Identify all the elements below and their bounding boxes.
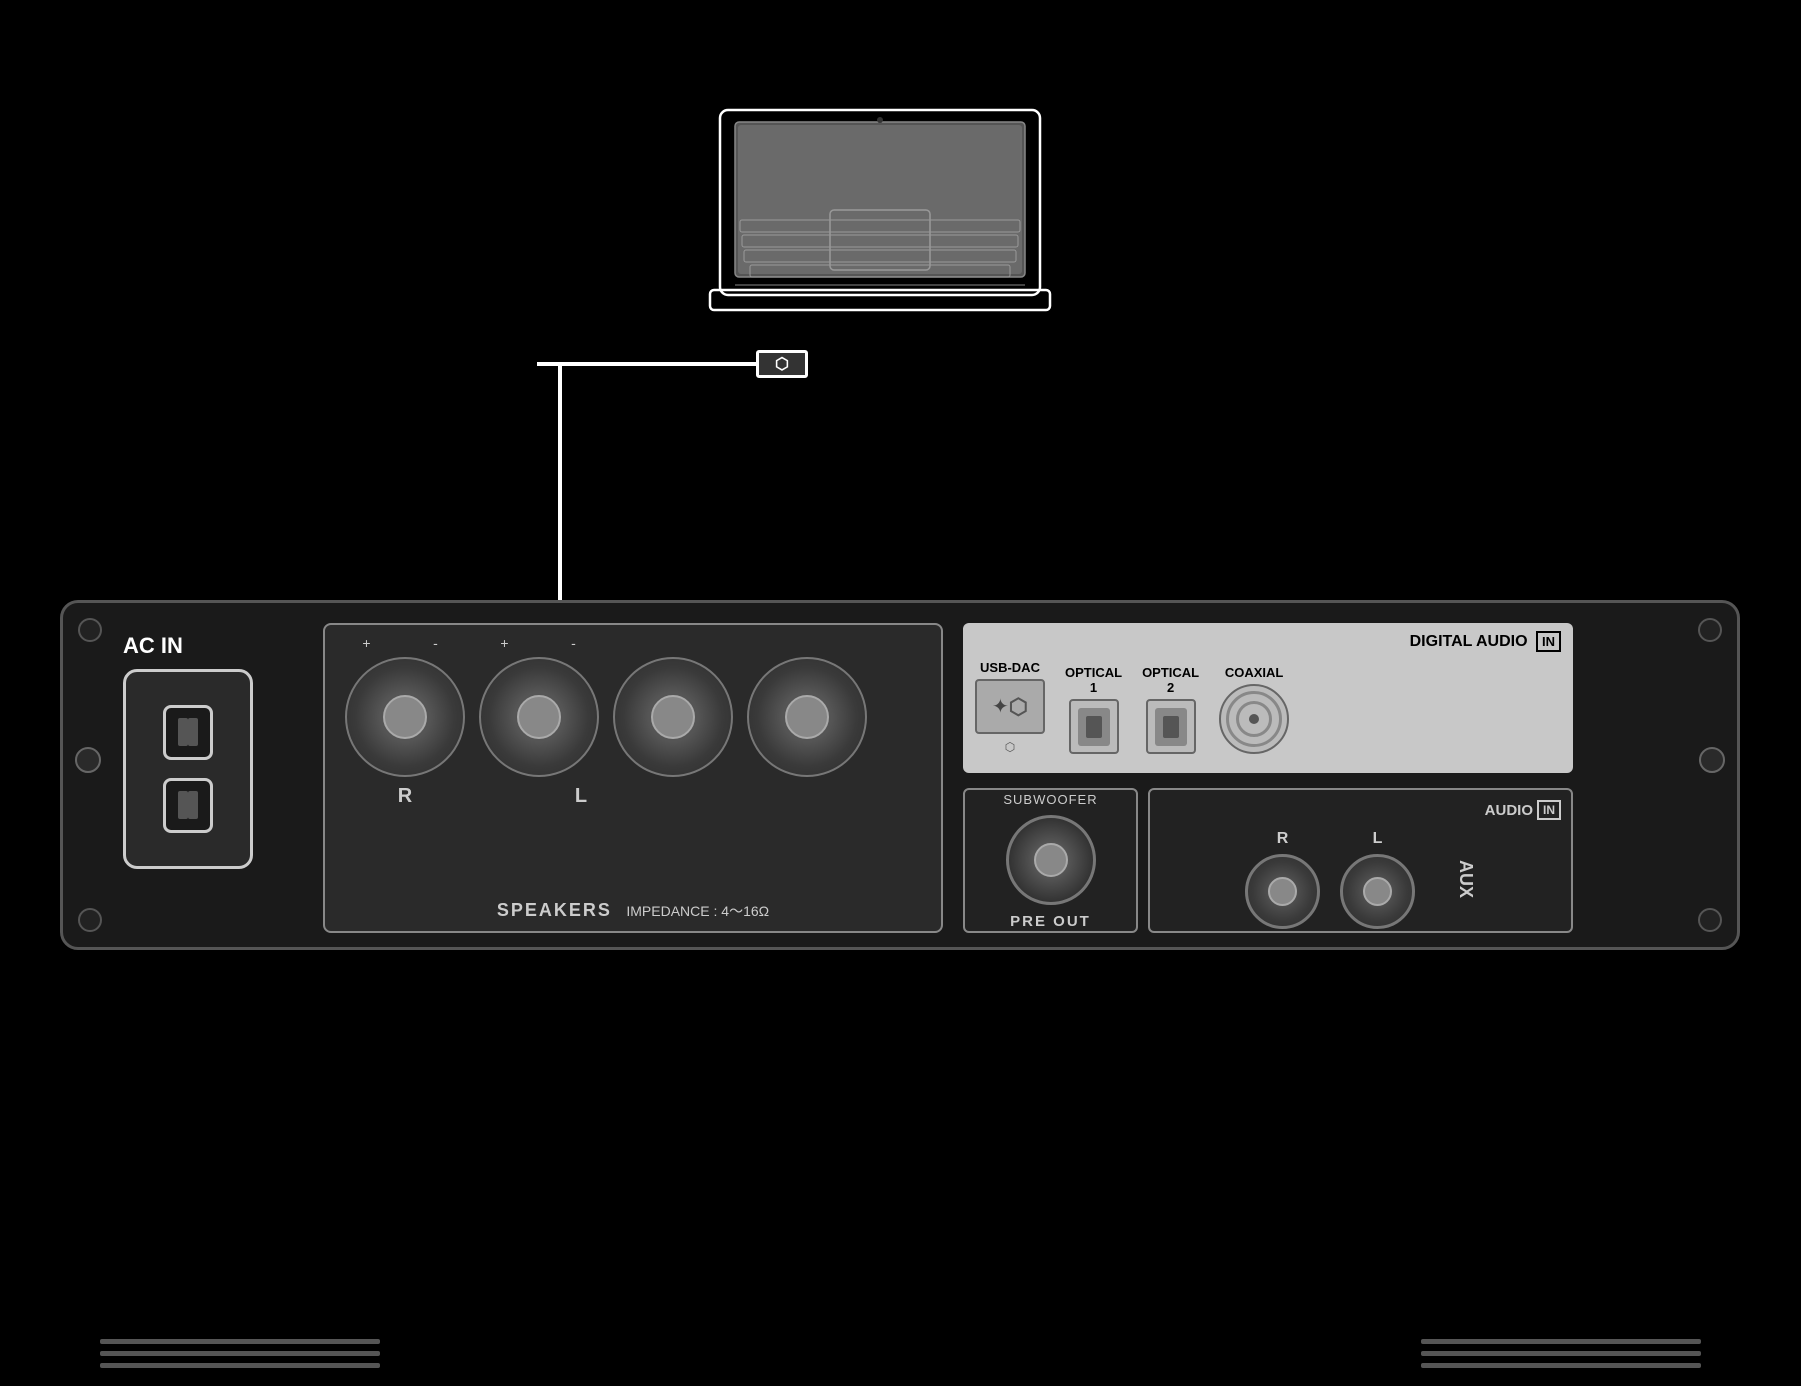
corner-screw-br: [1698, 908, 1722, 932]
audio-in-header: AUDIO IN: [1160, 800, 1561, 820]
ac-in-section: AC IN: [123, 633, 303, 913]
speaker-terminal-l-pos: [613, 657, 733, 777]
usb-dac-label: USB-DAC: [980, 660, 1040, 675]
ac-socket-bottom: [163, 778, 213, 833]
speaker-terminal-r-neg: [479, 657, 599, 777]
corner-screw-tr: [1698, 618, 1722, 642]
rca-l-jack[interactable]: [1340, 854, 1415, 929]
preout-section: SUBWOOFER PRE OUT: [963, 788, 1138, 933]
speakers-section: + - + - R L: [323, 623, 943, 933]
audio-label: AUDIO: [1485, 802, 1533, 819]
side-screw-left: [75, 747, 101, 773]
audio-ports: R L AUX: [1160, 830, 1561, 929]
subwoofer-label: SUBWOOFER: [1003, 792, 1097, 807]
usb-symbol-bottom: ⬡: [1005, 740, 1015, 754]
impedance-label: IMPEDANCE : 4～16Ω: [626, 903, 769, 919]
digital-audio-section: DIGITAL AUDIO IN USB-DAC ⬡ ⬡ OPTICAL1 O: [963, 623, 1573, 773]
preout-knob[interactable]: [1006, 815, 1096, 905]
ac-socket-top: [163, 705, 213, 760]
optical1-port-group: OPTICAL1: [1065, 665, 1122, 754]
audio-r-group: R: [1245, 830, 1320, 929]
optical2-label: OPTICAL2: [1142, 665, 1199, 695]
speaker-terminal-r-pos: [345, 657, 465, 777]
optical1-port[interactable]: [1069, 699, 1119, 754]
corner-screw-bl: [78, 908, 102, 932]
speakers-info: SPEAKERS IMPEDANCE : 4～16Ω: [325, 900, 941, 921]
audio-in-section: AUDIO IN R L AUX: [1148, 788, 1573, 933]
digital-in-badge: IN: [1536, 631, 1561, 652]
audio-in-badge: IN: [1537, 800, 1561, 820]
bottom-lines-right: [1421, 1339, 1701, 1368]
coaxial-port[interactable]: [1219, 684, 1289, 754]
ac-socket: [123, 669, 253, 869]
audio-l-label: L: [1373, 830, 1383, 848]
digital-ports: USB-DAC ⬡ ⬡ OPTICAL1 OPTICAL2: [975, 660, 1561, 754]
preout-label: PRE OUT: [1010, 913, 1091, 930]
coaxial-label: COAXIAL: [1225, 665, 1284, 680]
optical2-port[interactable]: [1146, 699, 1196, 754]
rca-r-jack[interactable]: [1245, 854, 1320, 929]
speaker-terminal-l-neg: [747, 657, 867, 777]
audio-r-label: R: [1277, 830, 1289, 848]
aux-label: AUX: [1455, 860, 1476, 898]
optical2-port-group: OPTICAL2: [1142, 665, 1199, 754]
coaxial-port-group: COAXIAL: [1219, 665, 1289, 754]
bottom-lines-left: [100, 1339, 380, 1368]
ac-in-label: AC IN: [123, 633, 303, 659]
side-screw-right: [1699, 747, 1725, 773]
corner-screw-tl: [78, 618, 102, 642]
audio-l-group: L: [1340, 830, 1415, 929]
usb-dac-port-group: USB-DAC ⬡ ⬡: [975, 660, 1045, 754]
digital-audio-label: DIGITAL AUDIO IN: [975, 631, 1561, 652]
amplifier-body: AC IN + - + -: [60, 600, 1740, 950]
usb-dac-port[interactable]: ⬡: [975, 679, 1045, 734]
speaker-r-label: R: [398, 785, 412, 807]
optical1-label: OPTICAL1: [1065, 665, 1122, 695]
speakers-label: SPEAKERS: [497, 900, 612, 920]
speaker-l-label: L: [575, 785, 587, 807]
